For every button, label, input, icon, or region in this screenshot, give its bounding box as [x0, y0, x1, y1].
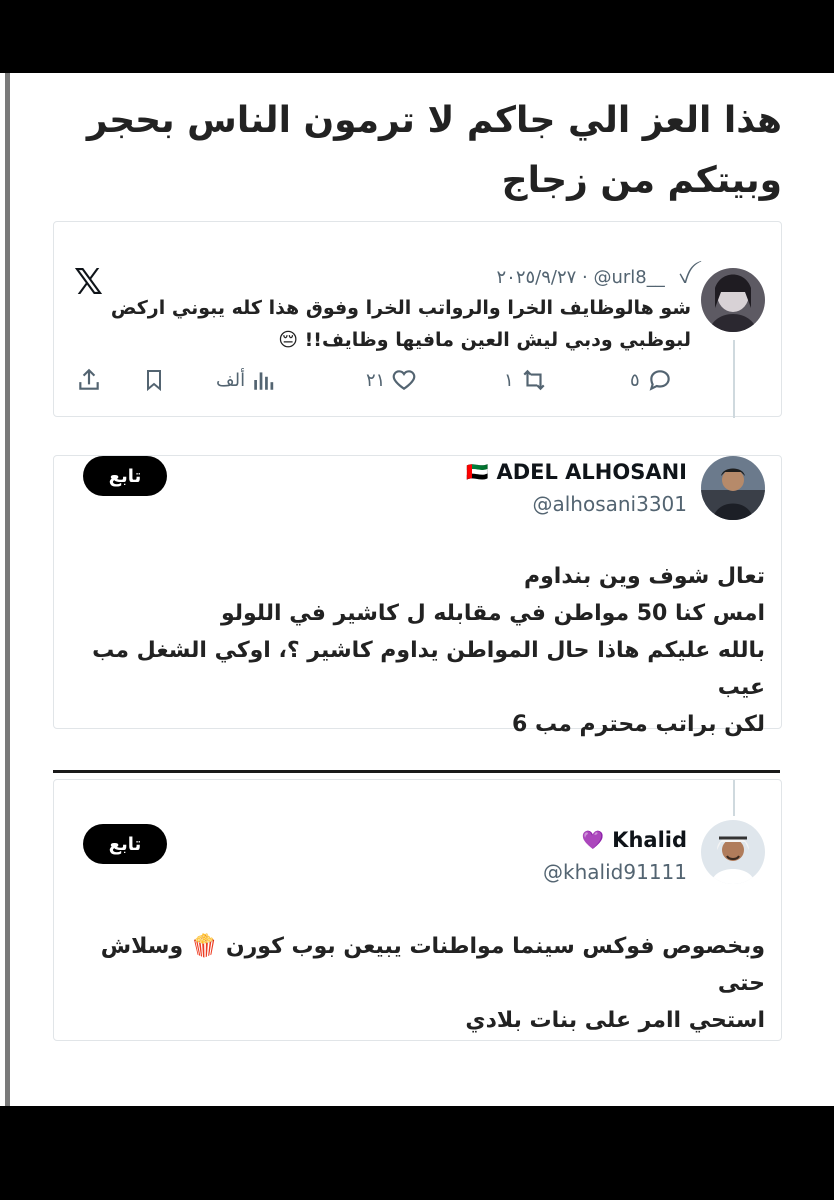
share-icon [79, 368, 99, 390]
heart-icon [393, 370, 416, 390]
tweet-card[interactable]: 💜 Khalid @khalid91111 تابع وبخصوص فوكس س… [53, 779, 782, 1041]
follow-button[interactable]: تابع [83, 456, 167, 496]
views-chart-icon [254, 372, 274, 390]
meta-dot: · [582, 267, 588, 288]
share-button[interactable] [76, 367, 102, 393]
avatar[interactable] [701, 820, 765, 884]
tweet-line: لكن براتب محترم مب 6 [511, 712, 765, 737]
tweet-text: شو هالوظايف الخرا والرواتب الخرا وفوق هذ… [110, 297, 691, 351]
quoted-tweet-card[interactable]: ٢٠٢٥/٩/٢٧ · @url8__ ꪜ 𝕏 شو هالوظايف الخر… [53, 221, 782, 418]
like-button[interactable]: ٢١ [366, 367, 417, 393]
follow-button[interactable]: تابع [83, 824, 167, 864]
reply-button[interactable]: ٥ [630, 367, 674, 393]
more-icon[interactable]: ꪜ [679, 267, 692, 288]
avatar[interactable] [701, 456, 765, 520]
screenshot-page: هذا العز الي جاكم لا ترمون الناس بحجر وب… [0, 73, 834, 1106]
section-divider [53, 770, 780, 773]
bookmark-button[interactable] [142, 367, 166, 393]
tweet-date: ٢٠٢٥/٩/٢٧ [496, 267, 577, 288]
tweet-text: تعال شوف وين بنداوم امس كنا 50 مواطن في … [85, 558, 765, 743]
tweet-line: بالله عليكم هاذا حال المواطن يداوم كاشير… [92, 638, 765, 700]
bookmark-icon [147, 370, 161, 392]
post-title: هذا العز الي جاكم لا ترمون الناس بحجر وب… [86, 100, 782, 201]
display-name-text: ADEL ALHOSANI [496, 460, 687, 484]
tweet-text: وبخصوص فوكس سينما مواطنات يبيعن بوب كورن… [85, 928, 765, 1039]
display-name[interactable]: 💜 Khalid [582, 828, 687, 852]
flag-icon: 🇦🇪 [466, 461, 489, 483]
tweet-handle[interactable]: @url8__ [594, 267, 665, 288]
views-count: ألف [216, 369, 246, 391]
replies-count: ٥ [630, 369, 640, 391]
avatar[interactable] [701, 268, 765, 332]
tweet-card[interactable]: 🇦🇪 ADEL ALHOSANI @alhosani3301 تابع تعال… [53, 455, 782, 737]
user-handle[interactable]: @alhosani3301 [532, 492, 687, 516]
tweet-line: تعال شوف وين بنداوم [523, 564, 765, 589]
reply-icon [649, 370, 670, 391]
tweet-line: استحي اامر على بنات بلادي [465, 1008, 765, 1033]
views-stat[interactable]: ألف [216, 367, 277, 393]
repost-icon [523, 369, 545, 391]
purple-heart-icon: 💜 [581, 829, 605, 851]
tweet-line: امس كنا 50 مواطن في مقابله ل كاشير في ال… [220, 601, 765, 626]
user-handle[interactable]: @khalid91111 [543, 860, 687, 884]
repost-button[interactable]: ١ [504, 367, 548, 393]
reposts-count: ١ [504, 369, 514, 391]
thread-line [733, 340, 735, 418]
tweet-line: وبخصوص فوكس سينما مواطنات يبيعن بوب كورن… [100, 934, 765, 996]
left-scroll-rule [5, 73, 10, 1106]
display-name[interactable]: 🇦🇪 ADEL ALHOSANI [466, 460, 687, 484]
display-name-text: Khalid [612, 828, 687, 852]
likes-count: ٢١ [366, 369, 386, 391]
thread-line [733, 780, 735, 816]
